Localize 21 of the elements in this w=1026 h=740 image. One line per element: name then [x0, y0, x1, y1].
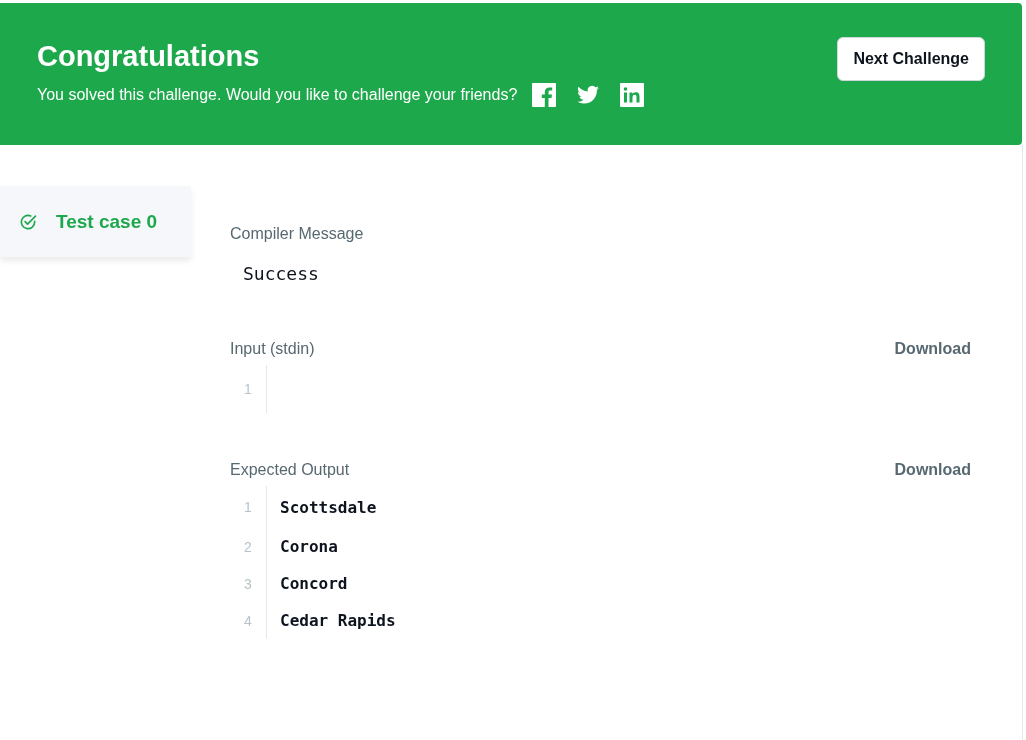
line-number: 2: [230, 528, 267, 565]
download-link[interactable]: Download: [894, 340, 971, 358]
section-label: Expected Output: [230, 461, 350, 479]
compiler-message: Success: [243, 263, 320, 284]
section-label: Compiler Message: [230, 225, 365, 243]
next-challenge-button[interactable]: Next Challenge: [837, 37, 985, 81]
code-line: Scottsdale: [279, 497, 377, 517]
line-number: 3: [230, 565, 267, 602]
test-case-tab[interactable]: Test case 0: [0, 186, 191, 257]
banner-message: You solved this challenge. Would you like to challenge your friends?: [37, 85, 518, 104]
section-label: Input (stdin): [230, 340, 315, 358]
download-link[interactable]: Download: [894, 461, 971, 479]
line-number: 4: [230, 602, 267, 639]
code-line: Cedar Rapids: [279, 611, 396, 630]
banner-title: Congratulations: [37, 39, 261, 73]
facebook-icon[interactable]: [532, 82, 557, 107]
code-line: Corona: [279, 537, 338, 556]
line-number: 1: [230, 486, 267, 528]
line-number: 1: [230, 365, 267, 413]
code-line: Concord: [279, 574, 348, 593]
linkedin-icon[interactable]: [620, 82, 645, 107]
